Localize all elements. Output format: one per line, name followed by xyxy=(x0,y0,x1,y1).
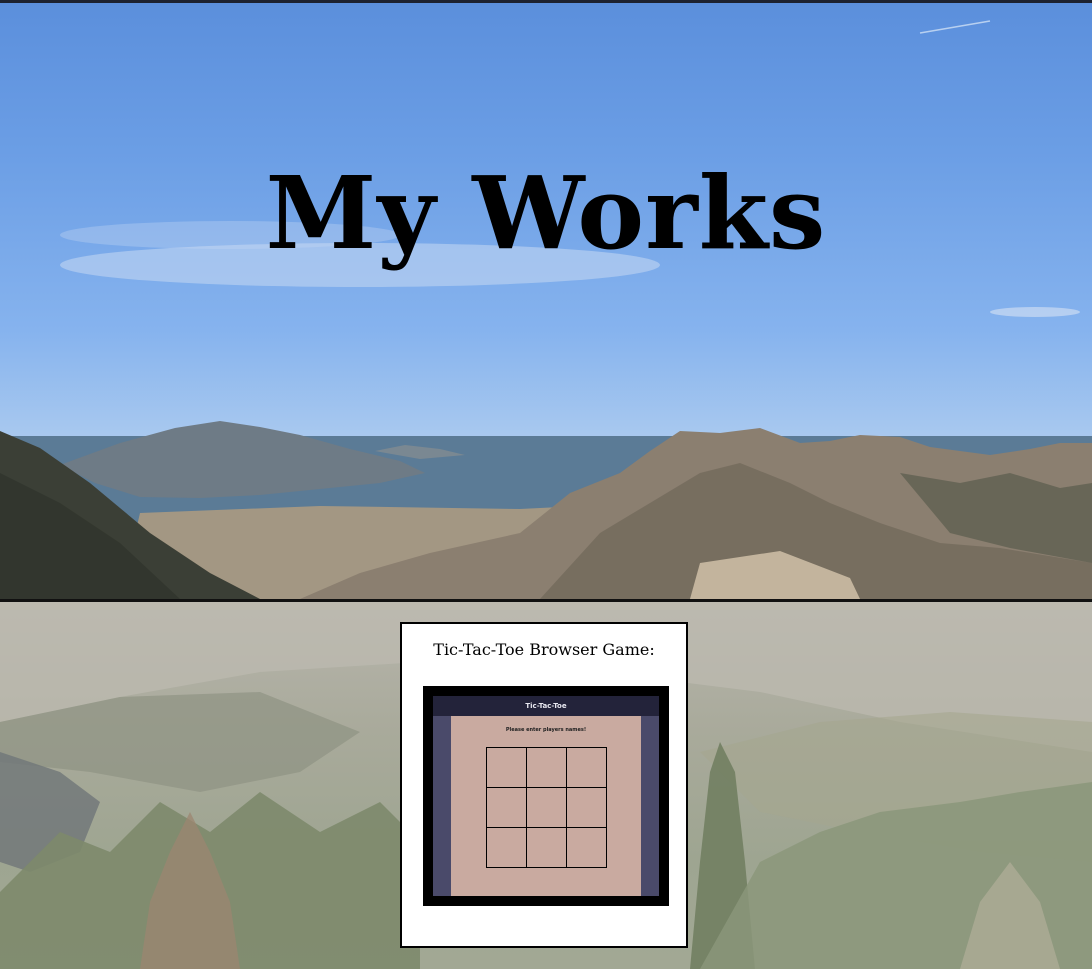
board-cell xyxy=(565,786,607,828)
board-cell xyxy=(525,786,567,828)
preview-app-body: Please enter players names! xyxy=(451,716,641,896)
hero-landscape-image xyxy=(0,20,1092,599)
hero-section: My Works xyxy=(0,3,1092,599)
preview-app-frame: Tic-Tac-Toe Please enter players names! xyxy=(433,696,659,896)
board-cell xyxy=(525,746,567,788)
tic-tac-toe-board xyxy=(485,746,607,868)
project-title: Tic-Tac-Toe Browser Game: xyxy=(433,640,655,659)
preview-prompt-text: Please enter players names! xyxy=(505,727,587,733)
board-cell xyxy=(485,786,527,828)
page-title: My Works xyxy=(265,154,827,272)
board-cell xyxy=(485,746,527,788)
portfolio-page: My Works Tic-Tac-Toe Browser Game: Tic-T… xyxy=(0,0,1092,969)
project-card-tic-tac-toe[interactable]: Tic-Tac-Toe Browser Game: Tic-Tac-Toe Pl… xyxy=(400,622,688,948)
board-cell xyxy=(565,826,607,868)
board-cell xyxy=(485,826,527,868)
project-preview-image[interactable]: Tic-Tac-Toe Please enter players names! xyxy=(423,686,669,906)
board-cell xyxy=(525,826,567,868)
preview-app-header: Tic-Tac-Toe xyxy=(433,696,659,716)
works-section: Tic-Tac-Toe Browser Game: Tic-Tac-Toe Pl… xyxy=(0,602,1092,969)
board-cell xyxy=(565,746,607,788)
